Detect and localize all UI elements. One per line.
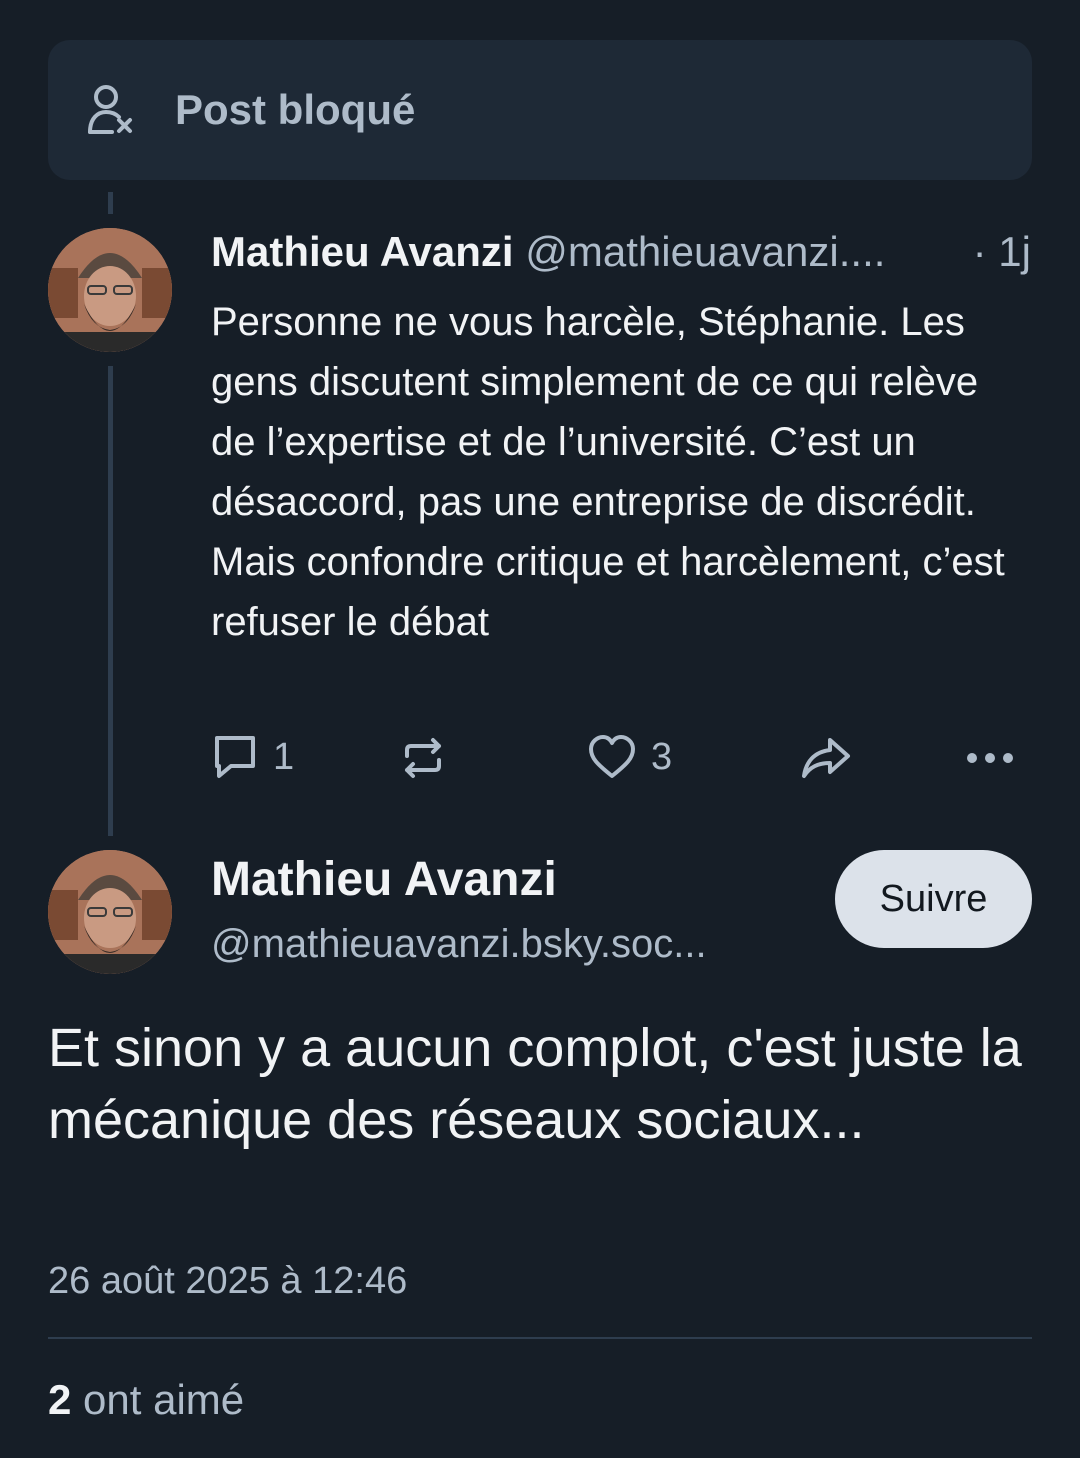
reply-author-handle[interactable]: @mathieuavanzi....	[525, 228, 885, 275]
more-button[interactable]	[966, 752, 1014, 764]
repost-button[interactable]	[399, 734, 447, 782]
follow-button[interactable]: Suivre	[835, 850, 1032, 948]
avatar-image	[48, 850, 172, 974]
heart-icon	[589, 735, 635, 778]
reply-count: 1	[273, 735, 295, 778]
thread-line-top	[108, 192, 113, 214]
reply-post-actions: 1 3	[0, 732, 1080, 788]
main-author-name[interactable]: Mathieu Avanzi	[211, 852, 557, 907]
divider	[48, 1337, 1032, 1339]
reply-author-name[interactable]: Mathieu Avanzi	[211, 228, 514, 275]
main-post-timestamp: 26 août 2025 à 12:46	[48, 1260, 408, 1302]
like-button[interactable]: 3	[587, 734, 672, 780]
reply-avatar[interactable]	[48, 228, 172, 352]
reply-button[interactable]: 1	[211, 732, 294, 782]
more-icon	[967, 753, 1013, 763]
likes-summary[interactable]: 2 ont aimé	[48, 1376, 244, 1424]
reply-post-header: Mathieu Avanzi @mathieuavanzi.... · 1j	[211, 228, 1031, 276]
reply-post-text: Personne ne vous harcèle, Stéphanie. Les…	[211, 300, 1005, 644]
main-author-handle[interactable]: @mathieuavanzi.bsky.soc...	[211, 922, 707, 967]
share-button[interactable]	[800, 736, 852, 780]
person-x-icon	[88, 85, 132, 134]
blocked-post-label: Post bloqué	[175, 86, 416, 133]
repost-icon	[405, 738, 441, 778]
share-icon	[802, 738, 850, 778]
comment-icon	[215, 736, 255, 778]
post-thread-screen: Post bloqué Mathieu Avanzi @mathieuavanz…	[0, 0, 1080, 1458]
like-count: 3	[651, 735, 673, 778]
avatar-image	[48, 228, 172, 352]
likes-label: ont aimé	[83, 1376, 245, 1423]
main-avatar[interactable]	[48, 850, 172, 974]
main-post-text: Et sinon y a aucun complot, c'est juste …	[48, 1018, 1022, 1150]
likes-count: 2	[48, 1376, 72, 1423]
blocked-post-card[interactable]: Post bloqué	[48, 40, 1032, 180]
reply-post-time: · 1j	[972, 228, 1031, 275]
